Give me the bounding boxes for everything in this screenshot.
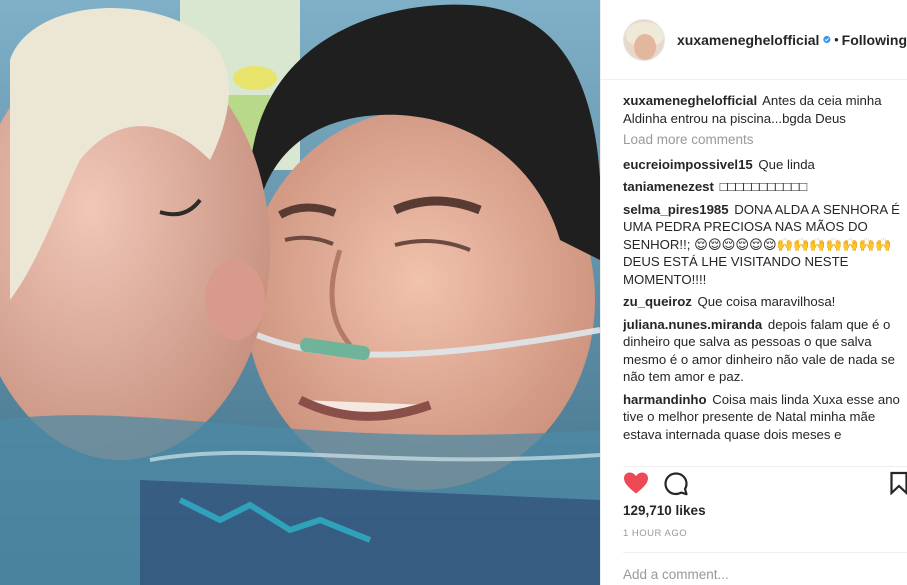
- comment-text: □□□□□□□□□□□: [719, 179, 808, 194]
- add-comment-input[interactable]: Add a comment...: [623, 552, 907, 585]
- speech-bubble-icon[interactable]: [663, 471, 689, 497]
- post-caption: xuxameneghelofficial Antes da ceia minha…: [623, 92, 903, 127]
- comment-username[interactable]: eucreioimpossivel15: [623, 157, 753, 172]
- following-button[interactable]: Following: [842, 32, 907, 48]
- list-item: zu_queiroz Que coisa maravilhosa!: [623, 293, 903, 311]
- heart-filled-icon[interactable]: [623, 471, 649, 495]
- list-item: eucreioimpossivel15 Que linda: [623, 156, 903, 174]
- comments-list: xuxameneghelofficial Antes da ceia minha…: [623, 92, 903, 458]
- bookmark-icon[interactable]: [889, 471, 907, 495]
- load-more-comments-button[interactable]: Load more comments: [623, 131, 903, 149]
- post-header: xuxameneghelofficial • Following: [601, 0, 907, 80]
- post-photo[interactable]: [0, 0, 600, 585]
- post-actions-bar: [623, 466, 907, 498]
- likes-count[interactable]: 129,710 likes: [623, 503, 706, 518]
- post-photo-image: [0, 0, 600, 585]
- comment-username[interactable]: zu_queiroz: [623, 294, 692, 309]
- list-item: harmandinho Coisa mais linda Xuxa esse a…: [623, 391, 903, 444]
- comment-username[interactable]: juliana.nunes.miranda: [623, 317, 762, 332]
- avatar-face: [634, 33, 656, 60]
- comment-username[interactable]: taniamenezest: [623, 179, 714, 194]
- comment-username[interactable]: harmandinho: [623, 392, 707, 407]
- list-item: juliana.nunes.miranda depois falam que é…: [623, 316, 903, 386]
- comment-text: Que linda: [758, 156, 815, 172]
- list-item: selma_pires1985 DONA ALDA A SENHORA É UM…: [623, 201, 903, 289]
- avatar[interactable]: [623, 18, 665, 61]
- caption-username[interactable]: xuxameneghelofficial: [623, 93, 757, 108]
- header-separator: •: [834, 32, 839, 47]
- comment-username[interactable]: selma_pires1985: [623, 202, 729, 217]
- list-item: taniamenezest □□□□□□□□□□□: [623, 178, 903, 196]
- post-side-panel: xuxameneghelofficial • Following xuxamen…: [600, 0, 907, 585]
- comment-text: Que coisa maravilhosa!: [697, 294, 836, 309]
- header-username[interactable]: xuxameneghelofficial: [677, 32, 819, 48]
- verified-badge-icon: [823, 35, 831, 44]
- post-timestamp: 1 HOUR AGO: [623, 528, 688, 539]
